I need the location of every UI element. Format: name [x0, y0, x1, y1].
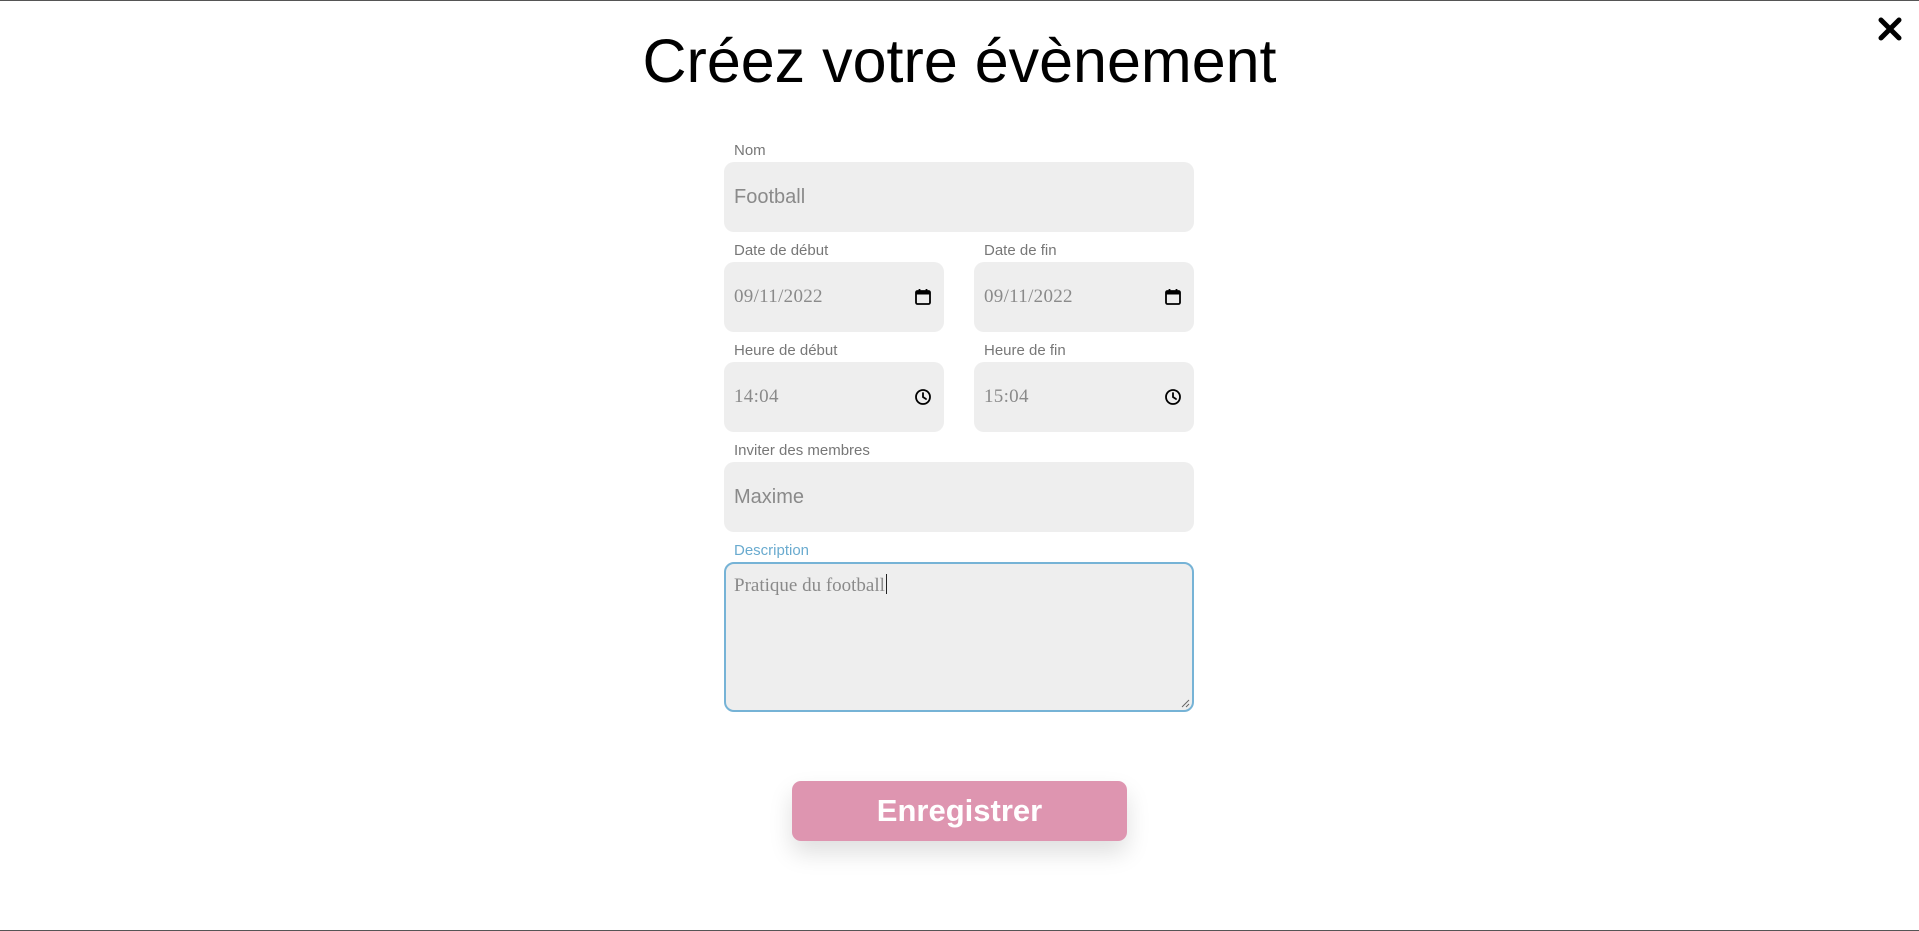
members-value: Maxime [734, 485, 805, 508]
save-button[interactable]: Enregistrer [792, 781, 1127, 841]
start-time-value: 14:04 [734, 386, 779, 407]
start-time-input[interactable]: 14:04 [724, 362, 944, 432]
end-time-group: Heure de fin 15:04 [974, 342, 1194, 432]
start-time-label: Heure de début [734, 342, 838, 359]
end-date-input[interactable]: 09/11/2022 [974, 262, 1194, 332]
end-date-group: Date de fin 09/11/2022 [974, 242, 1194, 332]
text-caret [885, 574, 887, 594]
name-group: Nom Football [724, 142, 1194, 232]
end-time-label: Heure de fin [984, 342, 1066, 359]
end-date-label: Date de fin [984, 242, 1057, 259]
start-date-group: Date de début 09/11/2022 [724, 242, 944, 332]
resize-handle-icon[interactable] [1180, 698, 1190, 708]
description-textarea[interactable]: Pratique du football [724, 562, 1194, 712]
clock-icon[interactable] [914, 388, 932, 406]
end-time-input[interactable]: 15:04 [974, 362, 1194, 432]
start-date-value: 09/11/2022 [734, 286, 823, 307]
clock-icon[interactable] [1164, 388, 1182, 406]
calendar-icon[interactable] [1164, 288, 1182, 306]
name-value: Football [734, 185, 806, 208]
event-form: Nom Football Date de début 09/11/2022 Da… [724, 142, 1194, 722]
date-row: Date de début 09/11/2022 Date de fin 09/… [724, 242, 1194, 332]
description-value: Pratique du football [734, 575, 885, 596]
name-input[interactable]: Football [724, 162, 1194, 232]
members-label: Inviter des membres [734, 442, 870, 459]
calendar-icon[interactable] [914, 288, 932, 306]
members-input[interactable]: Maxime [724, 462, 1194, 532]
time-row: Heure de début 14:04 Heure de fin 15:04 [724, 342, 1194, 432]
end-time-value: 15:04 [984, 386, 1029, 407]
end-date-value: 09/11/2022 [984, 286, 1073, 307]
description-label: Description [734, 542, 810, 559]
start-time-group: Heure de début 14:04 [724, 342, 944, 432]
page-title: Créez votre évènement [642, 27, 1277, 95]
start-date-input[interactable]: 09/11/2022 [724, 262, 944, 332]
members-group: Inviter des membres Maxime [724, 442, 1194, 532]
start-date-label: Date de début [734, 242, 829, 259]
modal-window: Créez votre évènement Nom Football Date … [0, 0, 1919, 931]
description-group: Description Pratique du football [724, 542, 1194, 712]
name-label: Nom [734, 142, 766, 159]
